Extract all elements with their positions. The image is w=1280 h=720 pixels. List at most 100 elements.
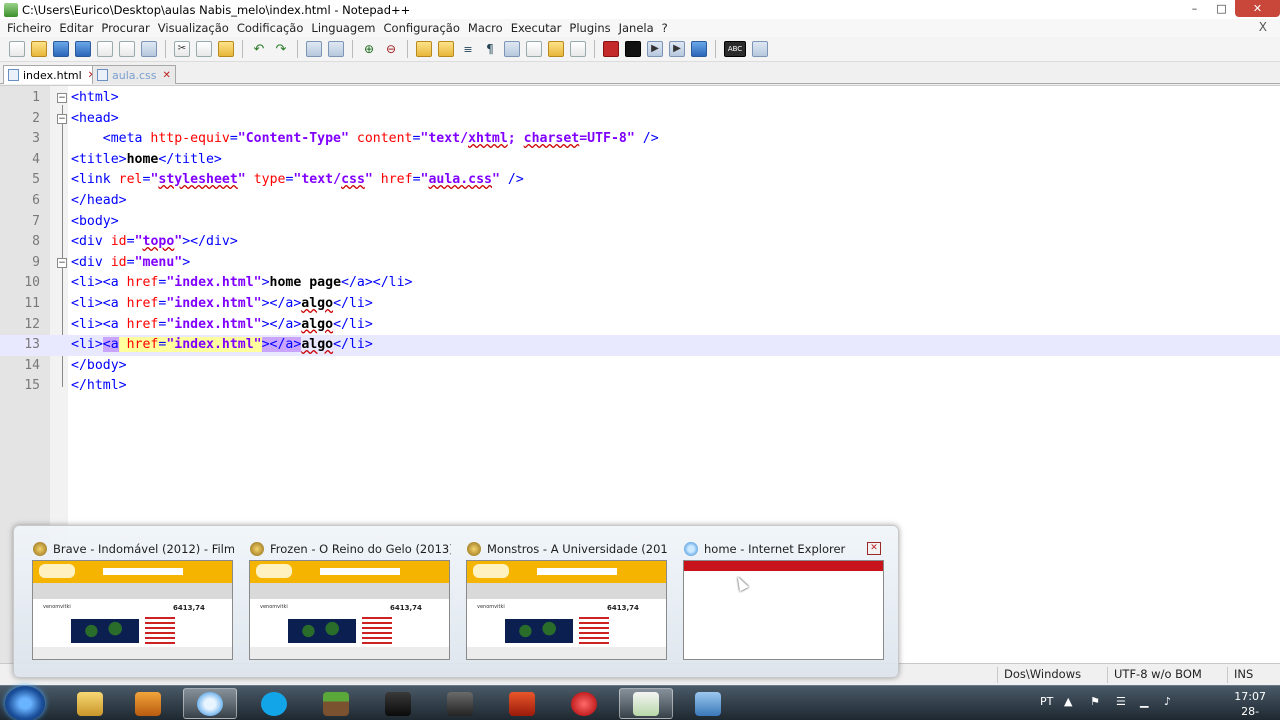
menu-view[interactable]: Visualização	[158, 21, 229, 35]
menu-plugins[interactable]: Plugins	[569, 21, 610, 35]
close-all-icon[interactable]	[119, 41, 135, 57]
menu-run[interactable]: Executar	[511, 21, 562, 35]
taskbar-media-player[interactable]	[121, 688, 175, 719]
site-world-map	[505, 619, 573, 643]
menu-edit[interactable]: Editar	[59, 21, 93, 35]
language-indicator[interactable]: PT	[1040, 695, 1053, 708]
taskbar-explorer[interactable]	[63, 688, 117, 719]
signal-icon[interactable]: ▁	[1140, 696, 1152, 708]
sync-vertical-icon[interactable]	[416, 41, 432, 57]
menu-macro[interactable]: Macro	[468, 21, 503, 35]
undo-icon[interactable]: ↶	[251, 41, 267, 57]
close-icon[interactable]: ✕	[1235, 0, 1280, 17]
site-heading: venomvitki	[260, 604, 288, 610]
fold-toggle-icon[interactable]: −	[57, 113, 67, 124]
xml-tools-icon[interactable]	[548, 41, 564, 57]
taskbar-minecraft[interactable]	[309, 688, 363, 719]
internet-explorer-icon	[684, 542, 698, 556]
fold-toggle-icon[interactable]: −	[57, 93, 67, 103]
toolbar-separator	[297, 40, 298, 58]
thumbnail-close-icon[interactable]: ✕	[867, 542, 881, 555]
menu-close-button[interactable]: X	[1259, 20, 1267, 34]
clock[interactable]: 17:07 28-06-2014	[1234, 689, 1266, 720]
flag-icon[interactable]: ⚑	[1090, 696, 1102, 708]
code-text: <body>	[71, 213, 119, 229]
status-insert-mode: INS	[1227, 667, 1277, 683]
maximize-icon[interactable]: □	[1208, 0, 1235, 17]
play-macro-icon[interactable]: ▶	[647, 41, 663, 57]
run-macro-multiple-icon[interactable]: ▶	[669, 41, 685, 57]
fold-toggle-icon[interactable]: −	[57, 257, 67, 268]
code-text: <div id="topo"></div>	[71, 234, 238, 250]
word-wrap-icon[interactable]: ≡	[460, 41, 476, 57]
spell-check-icon[interactable]: ABC	[724, 41, 746, 57]
line-number: 12	[24, 316, 40, 332]
copy-icon[interactable]	[196, 41, 212, 57]
menu-window[interactable]: Janela	[619, 21, 654, 35]
taskbar-scs-app[interactable]	[495, 688, 549, 719]
taskbar-window-switcher[interactable]	[681, 688, 735, 719]
replace-icon[interactable]	[328, 41, 344, 57]
plugin-tool-icon[interactable]	[752, 41, 768, 57]
network-icon[interactable]: ☰	[1116, 696, 1128, 708]
line-number: 9	[32, 254, 40, 270]
thumbnail-window-2[interactable]: Frozen - O Reino do Gelo (2013)... venom…	[246, 538, 451, 662]
line-number: 4	[32, 151, 40, 167]
find-icon[interactable]	[306, 41, 322, 57]
zoom-out-icon[interactable]: ⊖	[383, 41, 399, 57]
menu-help[interactable]: ?	[662, 21, 668, 35]
record-macro-icon[interactable]	[603, 41, 619, 57]
sync-horizontal-icon[interactable]	[438, 41, 454, 57]
menu-search[interactable]: Procurar	[101, 21, 149, 35]
doc-map-icon[interactable]	[526, 41, 542, 57]
start-button-icon[interactable]	[5, 686, 45, 720]
thumbnail-window-3[interactable]: Monstros - A Universidade (201... venomv…	[463, 538, 668, 662]
tab-aula-css[interactable]: aula.css ✕	[92, 65, 176, 84]
open-file-icon[interactable]	[31, 41, 47, 57]
cut-icon[interactable]: ✂	[174, 41, 190, 57]
menu-settings[interactable]: Configuração	[384, 21, 460, 35]
minimize-icon[interactable]: –	[1181, 0, 1208, 17]
taskbar-truck-game[interactable]	[433, 688, 487, 719]
save-macro-icon[interactable]	[691, 41, 707, 57]
taskbar-internet-explorer[interactable]	[183, 688, 237, 719]
indent-guide-icon[interactable]	[504, 41, 520, 57]
code-text: <head>	[71, 110, 119, 126]
notepadpp-icon	[633, 691, 659, 716]
record-icon	[571, 691, 597, 716]
browser-icon	[250, 542, 264, 556]
menu-language[interactable]: Linguagem	[311, 21, 375, 35]
taskbar-recorder[interactable]	[557, 688, 611, 719]
taskbar-skype[interactable]	[247, 688, 301, 719]
internet-explorer-icon	[197, 691, 223, 716]
save-all-icon[interactable]	[75, 41, 91, 57]
thumbnail-title-text: home - Internet Explorer	[704, 542, 846, 556]
paste-icon[interactable]	[218, 41, 234, 57]
show-hidden-icons-icon[interactable]: ▲	[1064, 696, 1076, 708]
game-icon	[385, 691, 411, 716]
menu-encoding[interactable]: Codificação	[237, 21, 304, 35]
thumbnail-title-text: Frozen - O Reino do Gelo (2013)...	[270, 542, 451, 556]
taskbar-notepadpp[interactable]	[619, 688, 673, 719]
browser-icon	[467, 542, 481, 556]
stop-macro-icon[interactable]	[625, 41, 641, 57]
show-all-chars-icon[interactable]: ¶	[482, 41, 498, 57]
toolbar-separator	[242, 40, 243, 58]
thumbnail-window-1[interactable]: Brave - Indomável (2012) - Film... venom…	[29, 538, 234, 662]
zoom-in-icon[interactable]: ⊕	[361, 41, 377, 57]
volume-icon[interactable]: ♪	[1164, 696, 1176, 708]
save-icon[interactable]	[53, 41, 69, 57]
tab-close-icon[interactable]: ✕	[163, 70, 171, 81]
thumbnail-title: Monstros - A Universidade (201...	[463, 540, 668, 558]
tab-index-html[interactable]: index.html ✕	[3, 65, 102, 84]
menu-file[interactable]: Ficheiro	[7, 21, 51, 35]
code-line: 15 </html>	[0, 376, 1280, 397]
close-file-icon[interactable]	[97, 41, 113, 57]
thumbnail-window-4[interactable]: home - Internet Explorer	[680, 538, 885, 662]
print-icon[interactable]	[141, 41, 157, 57]
new-file-icon[interactable]	[9, 41, 25, 57]
taskbar-game-app[interactable]	[371, 688, 425, 719]
line-number: 1	[32, 90, 40, 105]
function-list-icon[interactable]	[570, 41, 586, 57]
redo-icon[interactable]: ↷	[273, 41, 289, 57]
